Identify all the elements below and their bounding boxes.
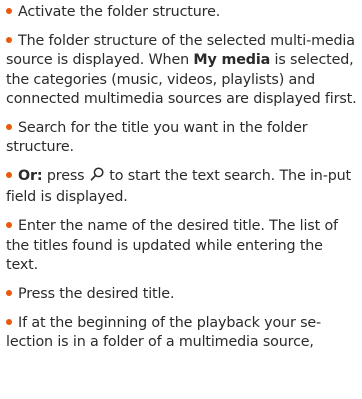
- search-icon: [90, 167, 104, 188]
- my-media-label: My media: [193, 52, 271, 69]
- instruction-6: Press the desired title.: [6, 285, 362, 304]
- instruction-7: If at the beginning of the playback your…: [6, 314, 362, 353]
- instruction-6-text: Press the desired title.: [18, 285, 175, 302]
- instruction-4-text-before: press: [42, 168, 89, 185]
- instruction-2: The folder structure of the selected mul…: [6, 32, 362, 110]
- instruction-3: Search for the title you want in the fol…: [6, 119, 362, 158]
- instruction-4: Or: press to start the text search. The …: [6, 167, 362, 208]
- bullet-icon: [6, 8, 12, 14]
- bullet-icon: [6, 172, 12, 179]
- instruction-5: Enter the name of the desired title. The…: [6, 217, 362, 275]
- instruction-1: Activate the folder structure.: [6, 3, 362, 22]
- instruction-5-text: Enter the name of the desired title. The…: [6, 218, 338, 274]
- instruction-1-text: Activate the folder structure.: [18, 4, 221, 20]
- instructions-page: Activate the folder structure. The folde…: [0, 0, 362, 399]
- instruction-7-text: If at the beginning of the playback your…: [6, 314, 322, 351]
- bullet-icon: [6, 123, 12, 130]
- or-label: Or:: [18, 168, 43, 185]
- bullet-icon: [6, 222, 12, 229]
- bullet-icon: [6, 289, 12, 296]
- bullet-icon: [6, 36, 12, 43]
- bullet-icon: [6, 318, 12, 325]
- instruction-3-text: Search for the title you want in the fol…: [6, 119, 308, 156]
